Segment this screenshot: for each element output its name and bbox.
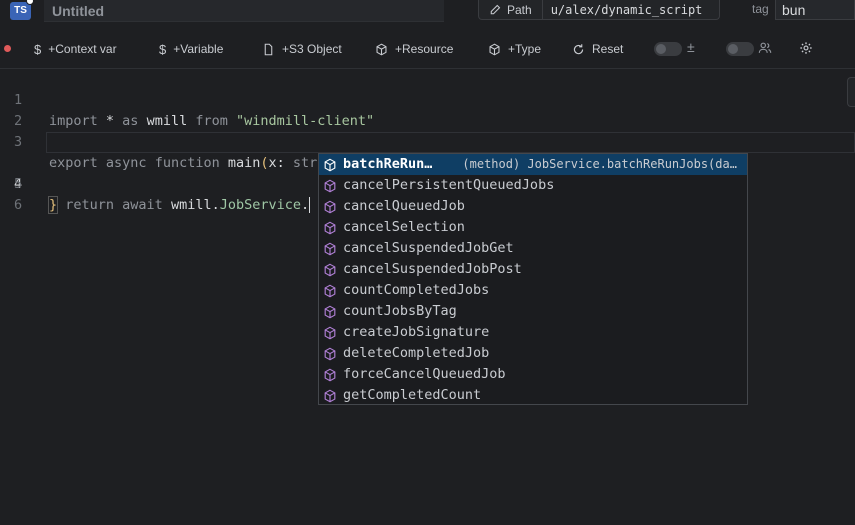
suggestion-label: countCompletedJobs (343, 282, 490, 298)
path-value[interactable]: u/alex/dynamic_script (543, 3, 711, 17)
editor-toolbar: $ +Context var $ +Variable +S3 Object +R… (0, 34, 855, 64)
dollar-icon: $ (34, 41, 42, 57)
identifier: wmill. (162, 197, 220, 213)
reset-icon (573, 43, 584, 54)
suggestion-label: countJobsByTag (343, 303, 457, 319)
reset-button[interactable]: Reset (572, 40, 623, 58)
reset-label: Reset (592, 42, 624, 56)
suggestion-label: cancelQueuedJob (343, 198, 465, 214)
keyword: return (49, 197, 115, 213)
variable-label: +Variable (173, 42, 224, 56)
add-variable-button[interactable]: $ +Variable (159, 40, 223, 58)
method-cube-icon (324, 263, 336, 276)
suggestion-item[interactable]: cancelSelection (319, 217, 747, 238)
suggestion-detail: (method) JobService.batchReRunJobs(da… (462, 157, 737, 171)
suggestion-item[interactable]: countJobsByTag (319, 301, 747, 322)
suggestion-item[interactable]: createJobSignature (319, 322, 747, 343)
method-cube-icon (324, 305, 336, 318)
text-cursor (309, 197, 311, 213)
s3-object-label: +S3 Object (282, 42, 342, 56)
suggestion-item[interactable]: getCompletedCount (319, 385, 747, 404)
method-cube-icon (324, 368, 336, 381)
method-cube-icon (324, 326, 336, 339)
path-label: Path (479, 0, 543, 19)
suggestion-item[interactable]: countCompletedJobs (319, 280, 747, 301)
method-cube-icon (324, 284, 336, 297)
collab-toggle[interactable] (726, 42, 754, 56)
file-icon (264, 43, 273, 55)
suggestion-label: getCompletedCount (343, 387, 482, 403)
tag-input[interactable] (775, 0, 855, 20)
cube-icon (376, 43, 387, 55)
code-line[interactable]: 3 export async function main(x: string) … (0, 111, 855, 172)
method-cube-icon (324, 200, 336, 213)
path-label-text: Path (507, 2, 532, 17)
suggestion-label: forceCancelQueuedJob (343, 366, 506, 382)
suggestion-label: cancelSuspendedJobGet (343, 240, 514, 256)
cube-icon (489, 43, 500, 55)
add-type-button[interactable]: +Type (488, 40, 541, 58)
line-number: 6 (14, 197, 23, 213)
suggestion-item[interactable]: cancelQueuedJob (319, 196, 747, 217)
autocomplete-dropdown[interactable]: batchReRun… (method) JobService.batchReRu… (318, 153, 748, 405)
method-cube-icon (324, 179, 336, 192)
operator: . (301, 197, 310, 213)
gear-icon[interactable] (799, 41, 813, 55)
type-label: +Type (508, 42, 542, 56)
method-cube-icon (324, 389, 336, 402)
dollar-icon: $ (159, 41, 167, 57)
suggestion-item[interactable]: batchReRun… (method) JobService.batchReRu… (319, 154, 747, 175)
suggestion-item[interactable]: deleteCompletedJob (319, 343, 747, 364)
suggestion-item[interactable]: cancelSuspendedJobGet (319, 238, 747, 259)
status-dot-icon (4, 45, 11, 52)
current-line-highlight (46, 132, 855, 153)
method-cube-icon (324, 242, 336, 255)
add-resource-button[interactable]: +Resource (375, 40, 453, 58)
tag-label: tag (752, 2, 769, 16)
suggestion-label: batchReRun… (343, 156, 433, 172)
suggestion-label: deleteCompletedJob (343, 345, 490, 361)
suggestion-label: cancelSelection (343, 219, 465, 235)
diff-toggle[interactable] (654, 42, 682, 56)
suggestion-item[interactable]: cancelSuspendedJobPost (319, 259, 747, 280)
plus-minus-icon: ± (687, 39, 695, 55)
method-cube-icon (324, 158, 336, 171)
suggestion-item[interactable]: forceCancelQueuedJob (319, 364, 747, 385)
suggestion-label: createJobSignature (343, 324, 490, 340)
suggestion-label: cancelPersistentQueuedJobs (343, 177, 555, 193)
code-text: return await wmill.JobService. (49, 195, 311, 216)
code-line[interactable]: 2 (0, 90, 855, 129)
method-cube-icon (324, 347, 336, 360)
code-text: } (47, 195, 59, 216)
path-field[interactable]: Path u/alex/dynamic_script (478, 0, 720, 20)
suggestion-label: cancelSuspendedJobPost (343, 261, 522, 277)
top-header: TS Path u/alex/dynamic_script tag (0, 0, 855, 26)
add-s3-object-button[interactable]: +S3 Object (262, 40, 342, 58)
script-title-input[interactable] (44, 0, 444, 22)
add-context-var-button[interactable]: $ +Context var (34, 40, 117, 58)
brace: } (47, 196, 59, 214)
users-icon (758, 42, 772, 53)
notification-dot-icon (26, 0, 34, 5)
keyword: await (114, 197, 163, 213)
class-name: JobService (219, 197, 301, 213)
code-line-active[interactable]: 4 return await wmill.JobService. (0, 132, 855, 213)
pencil-icon (490, 4, 501, 14)
method-cube-icon (324, 221, 336, 234)
context-var-label: +Context var (48, 42, 117, 56)
resource-label: +Resource (395, 42, 454, 56)
suggestion-item[interactable]: cancelPersistentQueuedJobs (319, 175, 747, 196)
code-line[interactable]: 1 import * as wmill from "windmill-clien… (0, 69, 855, 129)
